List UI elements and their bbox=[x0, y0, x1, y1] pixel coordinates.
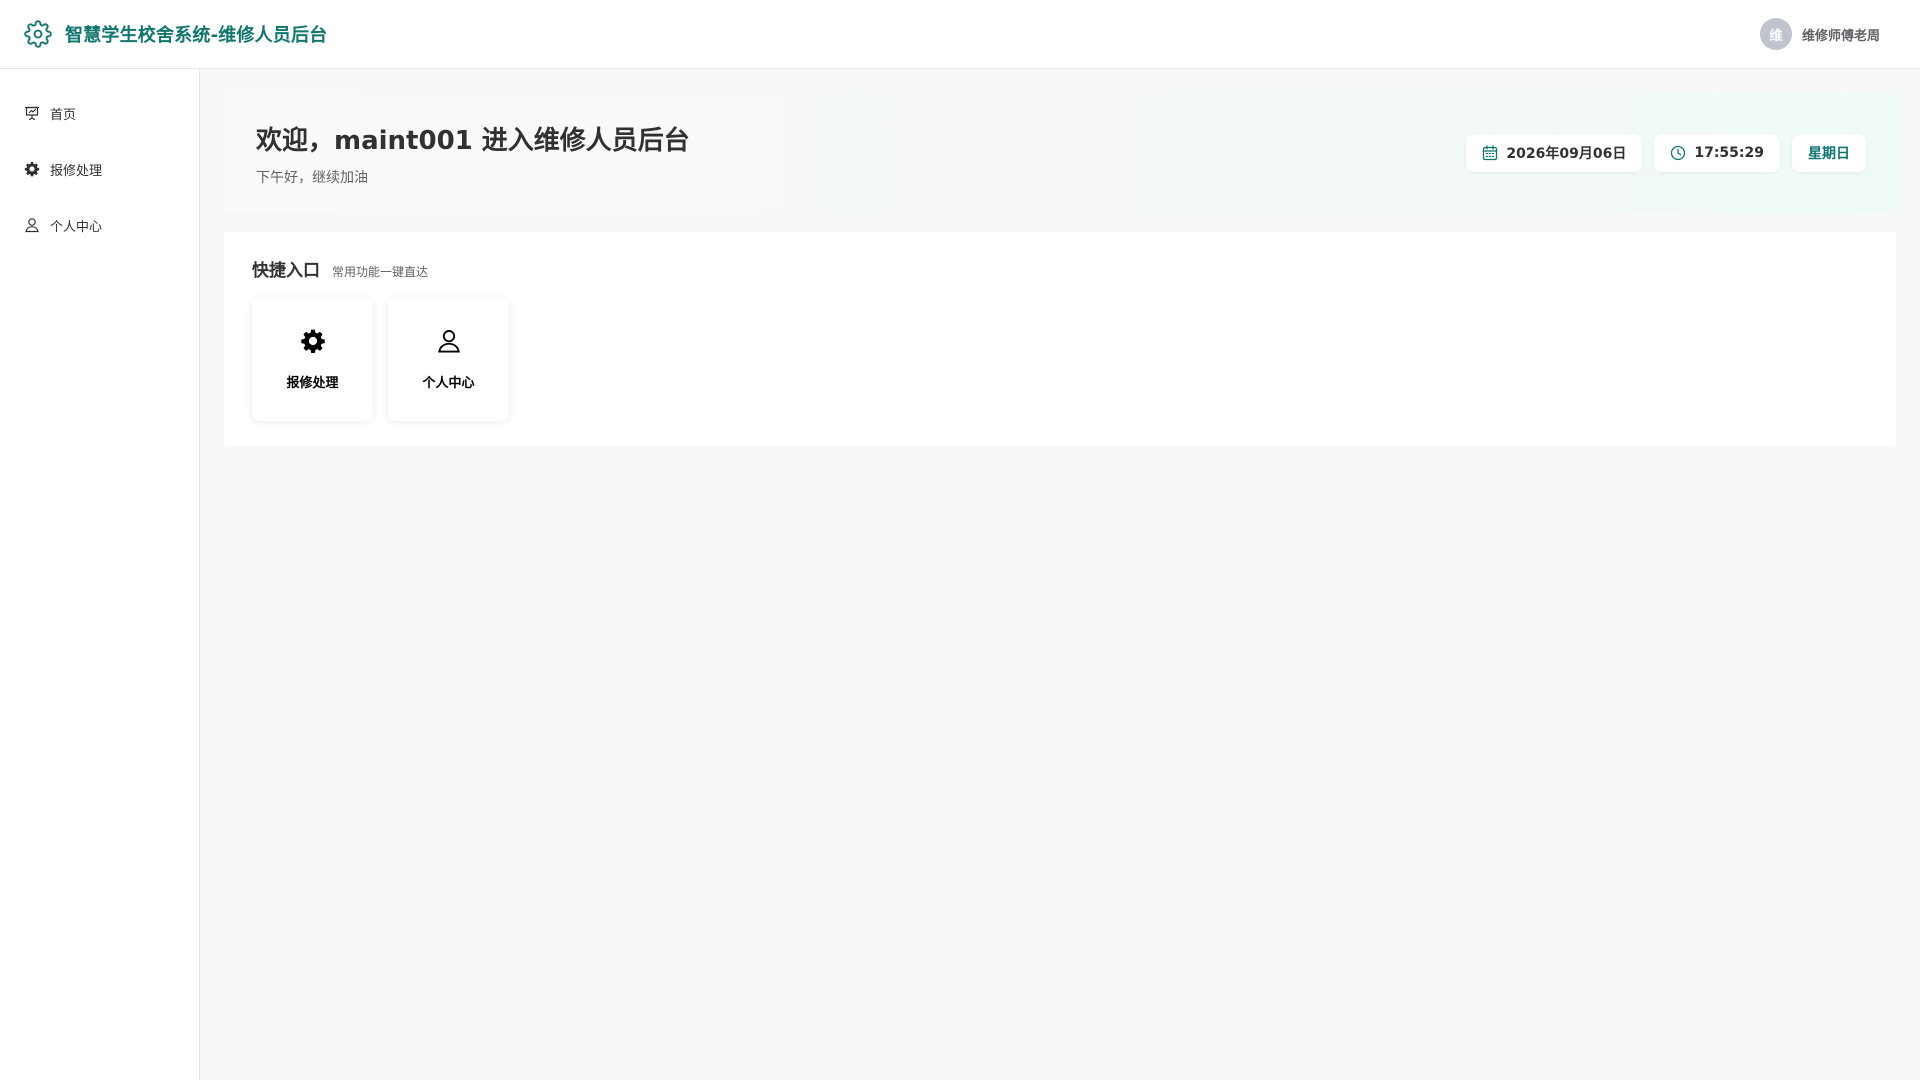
sidebar-item-home[interactable]: 首页 bbox=[0, 85, 199, 141]
quick-access-subtitle: 常用功能一键直达 bbox=[332, 265, 429, 279]
welcome-subtitle: 下午好，继续加油 bbox=[256, 169, 368, 186]
sidebar-item-label: 个人中心 bbox=[50, 219, 103, 235]
quick-access-cards: 报修处理 个人中心 bbox=[252, 297, 1868, 421]
quick-access-header: 快捷入口 常用功能一键直达 bbox=[252, 256, 1868, 281]
sidebar: 首页 报修处理 个人中心 bbox=[0, 69, 200, 1080]
avatar[interactable]: 维 bbox=[1759, 18, 1792, 50]
time-text: 17:55:29 bbox=[1694, 145, 1764, 161]
quick-card-label: 个人中心 bbox=[422, 375, 475, 391]
quick-card-profile[interactable]: 个人中心 bbox=[388, 297, 509, 421]
weekday-chip: 星期日 bbox=[1792, 134, 1866, 172]
calendar-icon bbox=[1482, 145, 1498, 161]
sidebar-item-label: 报修处理 bbox=[50, 163, 103, 179]
top-header: 智慧学生校舍系统-维修人员后台 维 维修师傅老周 bbox=[0, 0, 1920, 69]
quick-access-panel: 快捷入口 常用功能一键直达 报修处理 个人中心 bbox=[224, 232, 1896, 446]
gear-icon bbox=[300, 328, 326, 354]
sidebar-item-repair[interactable]: 报修处理 bbox=[0, 141, 199, 197]
quick-card-repair[interactable]: 报修处理 bbox=[252, 297, 373, 421]
weekday-text: 星期日 bbox=[1808, 146, 1850, 162]
main-content: 欢迎，maint001 进入维修人员后台 下午好，继续加油 2026年09月06… bbox=[200, 69, 1920, 1080]
quick-card-label: 报修处理 bbox=[286, 375, 339, 391]
welcome-text: 欢迎，maint001 进入维修人员后台 下午好，继续加油 bbox=[256, 120, 690, 187]
user-icon bbox=[24, 217, 40, 233]
date-text: 2026年09月06日 bbox=[1506, 146, 1627, 162]
sidebar-item-label: 首页 bbox=[50, 107, 77, 123]
user-name[interactable]: 维修师傅老周 bbox=[1802, 25, 1880, 44]
datetime-chips: 2026年09月06日 17:55:29 星期日 bbox=[1466, 134, 1866, 172]
presentation-board-icon bbox=[24, 105, 40, 121]
time-chip: 17:55:29 bbox=[1654, 134, 1780, 172]
brand[interactable]: 智慧学生校舍系统-维修人员后台 bbox=[24, 20, 327, 48]
welcome-title: 欢迎，maint001 进入维修人员后台 bbox=[256, 125, 690, 156]
gear-icon bbox=[24, 161, 40, 177]
clock-icon bbox=[1670, 145, 1686, 161]
sidebar-item-profile[interactable]: 个人中心 bbox=[0, 197, 199, 253]
welcome-banner: 欢迎，maint001 进入维修人员后台 下午好，继续加油 2026年09月06… bbox=[224, 94, 1896, 212]
app-title: 智慧学生校舍系统-维修人员后台 bbox=[65, 25, 328, 46]
user-icon bbox=[436, 328, 462, 354]
user-menu[interactable]: 维 维修师傅老周 bbox=[1759, 18, 1880, 50]
gear-icon bbox=[24, 20, 52, 48]
date-chip: 2026年09月06日 bbox=[1466, 134, 1643, 172]
quick-access-title: 快捷入口 bbox=[252, 261, 320, 281]
